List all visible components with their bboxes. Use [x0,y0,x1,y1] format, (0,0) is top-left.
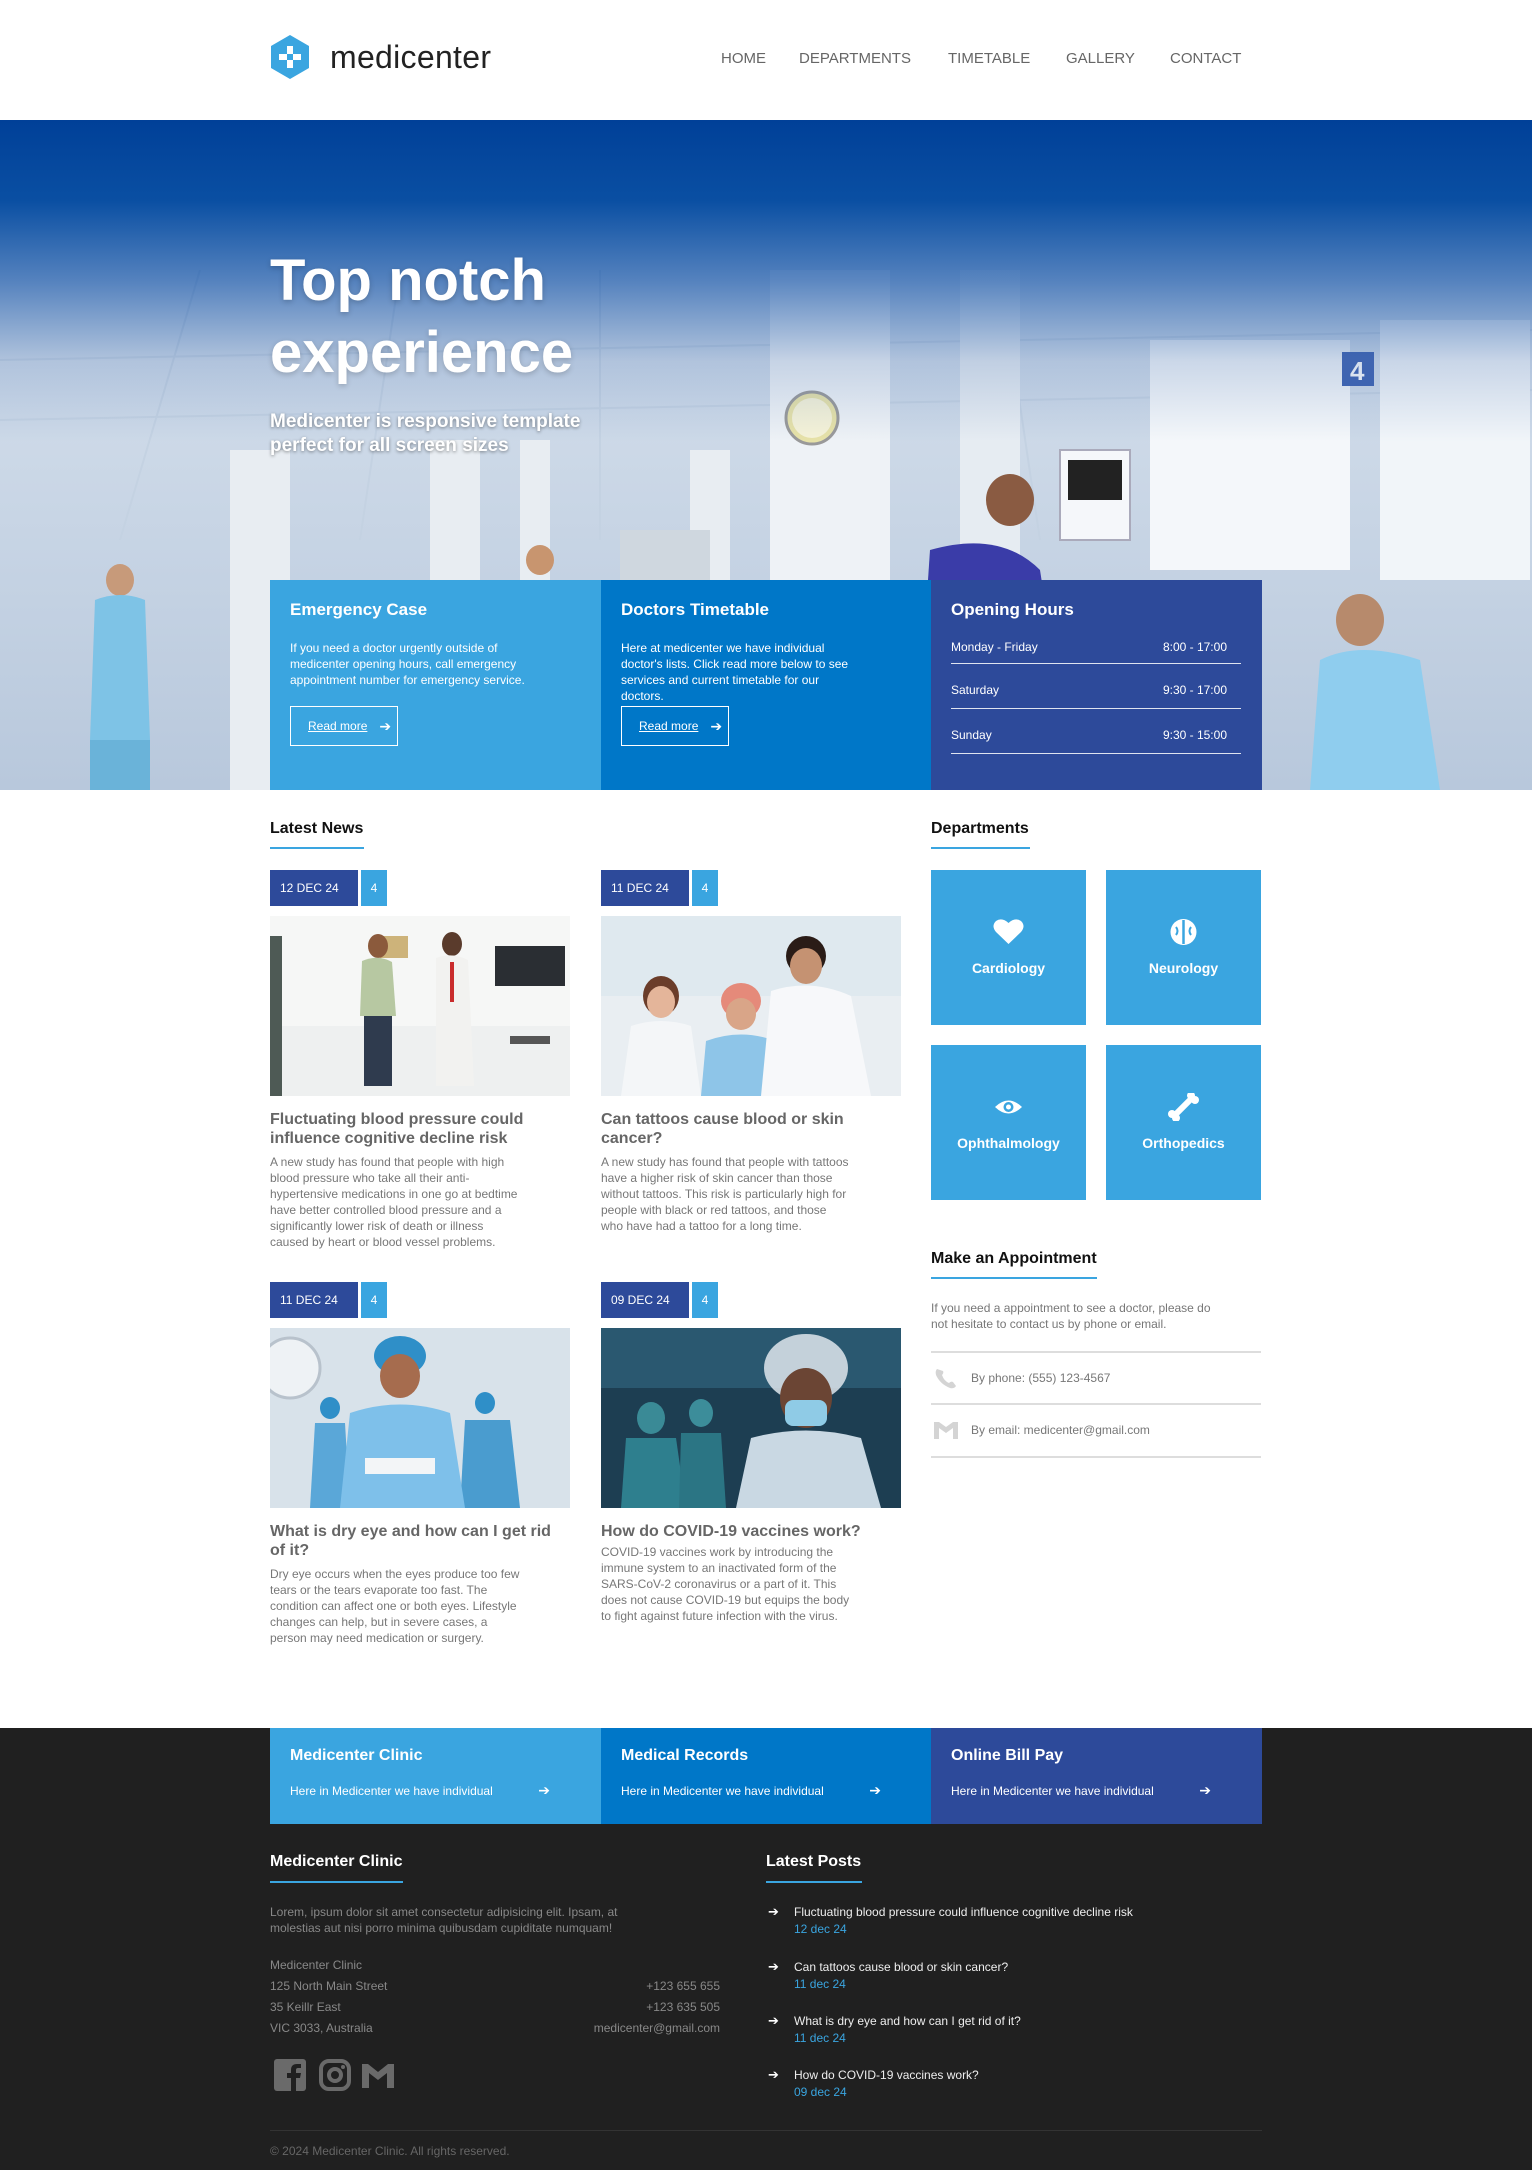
facebook-icon[interactable] [273,2058,307,2092]
site-header: medicenter HOME DEPARTMENTS TIMETABLE GA… [0,0,1532,120]
emergency-text: If you need a doctor urgently outside of… [290,641,525,687]
phone-contact[interactable]: By phone: (555) 123-4567 [931,1351,1261,1403]
news-title[interactable]: Can tattoos cause blood or skin cancer? [601,1110,901,1148]
news-date: 11 DEC 24 [270,1282,358,1318]
department-orthopedics[interactable]: Orthopedics [1106,1045,1261,1200]
comment-count[interactable]: 4 [692,870,718,906]
brain-icon [1106,918,1261,946]
news-title[interactable]: Fluctuating blood pressure could influen… [270,1110,570,1148]
arrow-right-icon: ➔ [710,717,723,734]
comment-count[interactable]: 4 [361,870,387,906]
footer-contacts: +123 655 655 +123 635 505 medicenter@gma… [560,1976,720,2039]
title-underline [270,847,364,849]
arrow-right-icon: ➔ [768,2067,779,2082]
title-underline [931,1277,1097,1279]
phone-icon [933,1367,959,1389]
timetable-box: Doctors Timetable Here at medicenter we … [601,580,932,790]
arrow-right-icon: ➔ [768,1959,779,1974]
timetable-read-more-button[interactable]: Read more ➔ [621,706,729,746]
footer-email[interactable]: medicenter@gmail.com [560,2018,720,2039]
news-title[interactable]: How do COVID-19 vaccines work? [601,1522,901,1541]
emergency-title: Emergency Case [290,600,428,619]
news-title[interactable]: What is dry eye and how can I get rid of… [270,1522,570,1560]
bone-icon [1106,1091,1261,1122]
nav-home[interactable]: HOME [721,50,766,67]
arrow-right-icon: ➔ [768,1904,779,1919]
nav-gallery[interactable]: GALLERY [1066,50,1135,67]
emergency-read-more-button[interactable]: Read more ➔ [290,706,398,746]
news-image[interactable] [270,1328,570,1508]
latest-news-title: Latest News [270,820,364,837]
footer-address: Medicenter Clinic 125 North Main Street … [270,1958,388,2035]
main-nav: HOME DEPARTMENTS TIMETABLE GALLERY CONTA… [0,50,1532,70]
footer-box-records[interactable]: Medical Records Here in Medicenter we ha… [601,1728,932,1824]
gmail-icon[interactable] [361,2058,395,2092]
department-ophthalmology[interactable]: Ophthalmology [931,1045,1086,1200]
hours-row: Monday - Friday 8:00 - 17:00 [951,640,1241,664]
news-date: 09 DEC 24 [601,1282,689,1318]
news-image[interactable] [270,916,570,1096]
eye-icon [931,1093,1086,1121]
arrow-right-icon: ➔ [1199,1782,1211,1798]
arrow-right-icon: ➔ [379,717,392,734]
arrow-right-icon: ➔ [869,1782,881,1798]
nav-departments[interactable]: DEPARTMENTS [799,50,911,67]
hours-row: Sunday 9:30 - 15:00 [951,709,1241,754]
arrow-right-icon: ➔ [538,1782,550,1798]
hours-row: Saturday 9:30 - 17:00 [951,664,1241,709]
news-excerpt: A new study has found that people with t… [601,1155,849,1233]
news-image[interactable] [601,1328,901,1508]
hero-subtitle: Medicenter is responsive template perfect… [270,411,581,456]
news-date: 11 DEC 24 [601,870,689,906]
footer-phone[interactable]: +123 635 505 [560,1997,720,2018]
hero-title: Top notch experience [270,248,574,385]
title-underline [931,847,1030,849]
gmail-icon [933,1419,959,1441]
copyright: © 2024 Medicenter Clinic. All rights res… [270,2144,510,2158]
department-cardiology[interactable]: Cardiology [931,870,1086,1025]
instagram-icon[interactable] [318,2058,352,2092]
timetable-title: Doctors Timetable [621,600,770,619]
news-image[interactable] [601,916,901,1096]
emergency-box: Emergency Case If you need a doctor urge… [270,580,601,790]
footer-box-billpay[interactable]: Online Bill Pay Here in Medicenter we ha… [931,1728,1262,1824]
appointment-title: Make an Appointment [931,1250,1097,1267]
footer-phone[interactable]: +123 655 655 [560,1976,720,1997]
title-underline [270,1881,403,1883]
news-excerpt: A new study has found that people with h… [270,1155,518,1249]
opening-hours-title: Opening Hours [951,600,1074,619]
appointment-text: If you need a appointment to see a docto… [931,1301,1211,1331]
arrow-right-icon: ➔ [768,2013,779,2028]
title-underline [766,1881,862,1883]
timetable-text: Here at medicenter we have individual do… [621,641,849,703]
email-contact[interactable]: By email: medicenter@gmail.com [931,1403,1261,1458]
footer-divider [270,2130,1262,2131]
comment-count[interactable]: 4 [361,1282,387,1318]
news-date: 12 DEC 24 [270,870,358,906]
footer-clinic-text: Lorem, ipsum dolor sit amet consectetur … [270,1905,618,1935]
department-neurology[interactable]: Neurology [1106,870,1261,1025]
nav-timetable[interactable]: TIMETABLE [948,50,1030,67]
comment-count[interactable]: 4 [692,1282,718,1318]
departments-title: Departments [931,820,1029,837]
opening-hours-box: Opening Hours Monday - Friday 8:00 - 17:… [931,580,1262,790]
news-excerpt: COVID-19 vaccines work by introducing th… [601,1545,850,1623]
footer-box-clinic[interactable]: Medicenter Clinic Here in Medicenter we … [270,1728,601,1824]
footer-clinic-title: Medicenter Clinic [270,1853,403,1870]
heart-icon [931,918,1086,946]
nav-contact[interactable]: CONTACT [1170,50,1241,67]
latest-posts-title: Latest Posts [766,1853,862,1870]
news-excerpt: Dry eye occurs when the eyes produce too… [270,1567,520,1645]
